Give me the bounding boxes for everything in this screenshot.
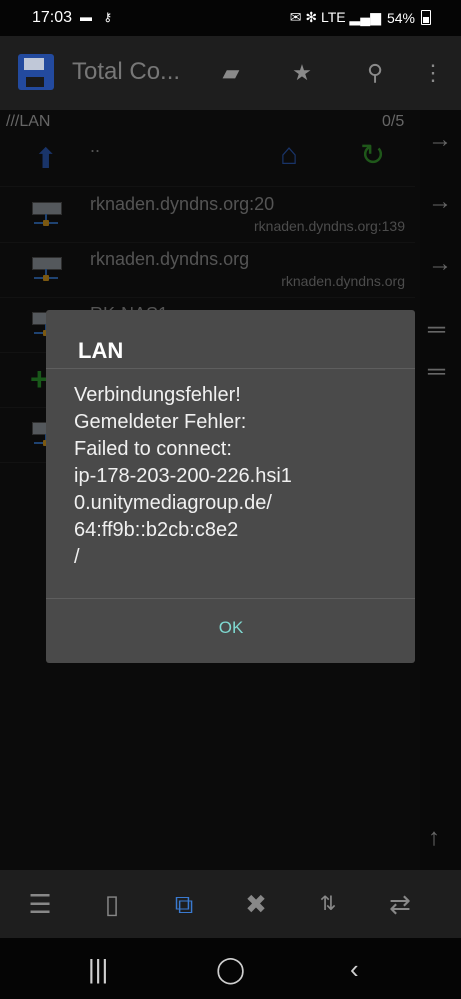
new-file-icon[interactable]: ▯ (94, 886, 130, 922)
app-title: Total Co... (72, 58, 181, 85)
status-bar: 17:03 ▬ ⚷ ✉ ✻ LTE ▂▄▆ 54% (0, 0, 461, 36)
swap-panels-icon[interactable]: ⇄ (382, 886, 418, 922)
message-line: / (74, 546, 80, 568)
dialog-message: Verbindungsfehler! Gemeldeter Fehler: Fa… (74, 382, 394, 571)
message-line: Failed to connect: (74, 438, 232, 460)
system-nav-bar: ||| ◯ ‹ (0, 938, 461, 999)
notification-icons: ▬ ⚷ (80, 10, 117, 24)
message-line: 64:ff9b::b2cb:c8e2 (74, 519, 239, 541)
error-dialog: LAN Verbindungsfehler! Gemeldeter Fehler… (46, 310, 415, 663)
divider (46, 598, 415, 599)
bookmarks-icon[interactable]: ★ (287, 58, 317, 88)
delete-icon[interactable]: ✖ (238, 886, 274, 922)
network-icon[interactable]: ⧉ (166, 886, 202, 922)
ok-button[interactable]: OK (196, 618, 266, 638)
recents-icon[interactable]: ||| (88, 954, 108, 985)
dialog-title: LAN (78, 338, 124, 363)
search-icon[interactable]: ⚲ (360, 58, 390, 88)
overflow-menu-icon[interactable]: ⋮ (418, 58, 448, 88)
sort-icon[interactable]: ⇅ (310, 886, 346, 922)
save-disk-icon[interactable] (18, 54, 54, 90)
select-list-icon[interactable]: ☰ (22, 886, 58, 922)
message-line: 0.unitymediagroup.de/ (74, 492, 272, 514)
battery-percent: 54% (386, 9, 415, 26)
message-line: Verbindungsfehler! (74, 384, 241, 406)
status-time: 17:03 (32, 9, 73, 26)
home-nav-icon[interactable]: ◯ (216, 954, 245, 985)
back-icon[interactable]: ‹ (350, 954, 359, 985)
bottom-toolbar: ☰ ▯ ⧉ ✖ ⇅ ⇄ (0, 870, 461, 938)
system-icons: ✉ ✻ LTE ▂▄▆ (289, 9, 381, 25)
folders-icon[interactable]: ▰ (216, 58, 246, 88)
message-line: Gemeldeter Fehler: (74, 411, 247, 433)
app-bar: Total Co... ▰ ★ ⚲ ⋮ (0, 36, 461, 110)
divider (46, 368, 415, 369)
message-line: ip-178-203-200-226.hsi1 (74, 465, 292, 487)
battery-icon (421, 10, 431, 25)
